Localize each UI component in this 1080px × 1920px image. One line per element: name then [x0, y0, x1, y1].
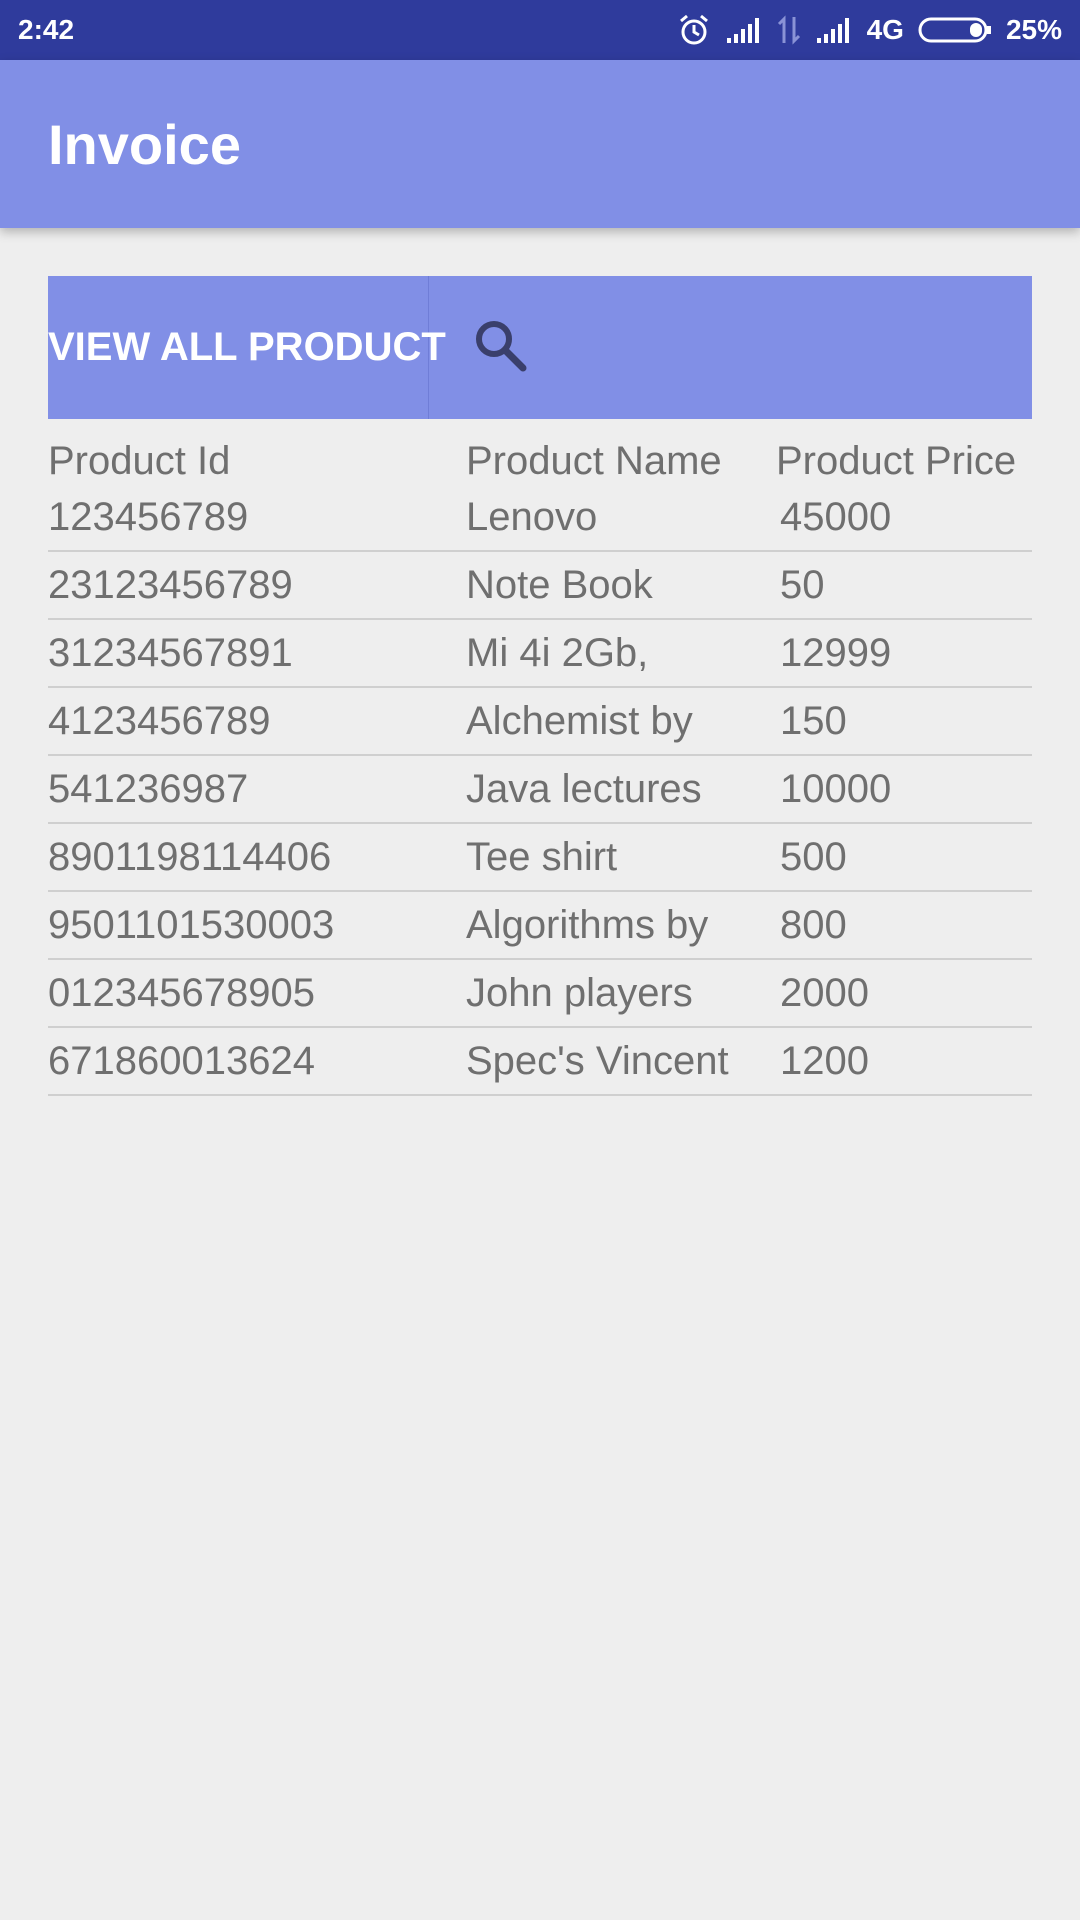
- cell-product-price: 1200: [780, 1038, 869, 1083]
- cell-product-id: 123456789: [48, 494, 249, 539]
- table-row[interactable]: 23123456789 Note Book 50: [48, 552, 1032, 620]
- cell-product-id: 23123456789: [48, 562, 293, 607]
- search-area[interactable]: [429, 276, 1032, 419]
- cell-product-price: 2000: [780, 970, 869, 1015]
- search-icon[interactable]: [471, 316, 529, 379]
- cell-product-id: 4123456789: [48, 698, 271, 743]
- table-row[interactable]: 541236987 Java lectures 10000: [48, 756, 1032, 824]
- table-row[interactable]: 671860013624 Spec's Vincent 1200: [48, 1028, 1032, 1096]
- view-all-product-button[interactable]: VIEW ALL PRODUCT: [48, 276, 446, 419]
- table-row[interactable]: 012345678905 John players 2000: [48, 960, 1032, 1028]
- table-row[interactable]: 123456789 Lenovo 45000: [48, 484, 1032, 552]
- cell-product-price: 45000: [780, 494, 892, 539]
- battery-icon: [918, 15, 992, 45]
- cell-product-name: Alchemist by: [466, 698, 693, 743]
- table-row[interactable]: 9501101530003 Algorithms by 800: [48, 892, 1032, 960]
- cell-product-name: Tee shirt: [466, 834, 618, 879]
- table-body: 123456789 Lenovo 45000 23123456789 Note Book…: [48, 484, 1032, 1096]
- cell-product-id: 541236987: [48, 766, 249, 811]
- page-title: Invoice: [48, 112, 241, 176]
- cell-product-id: 671860013624: [48, 1038, 315, 1083]
- table-row[interactable]: 8901198114406 Tee shirt 500: [48, 824, 1032, 892]
- header-product-price: Product Price: [776, 439, 1017, 483]
- cell-product-id: 31234567891: [48, 630, 293, 675]
- cell-product-price: 150: [780, 698, 847, 743]
- table-row[interactable]: 4123456789 Alchemist by 150: [48, 688, 1032, 756]
- table-header: Product Id Product Name Product Price: [48, 418, 1032, 484]
- status-icons: 4G 25%: [677, 13, 1062, 47]
- cell-product-price: 500: [780, 834, 847, 879]
- cell-product-price: 10000: [780, 766, 892, 811]
- signal-icon: [725, 16, 763, 44]
- header-product-id: Product Id: [48, 439, 231, 483]
- cell-product-price: 800: [780, 902, 847, 947]
- status-bar: 2:42 4G 25%: [0, 0, 1080, 60]
- cell-product-name: Note Book: [466, 562, 653, 607]
- cell-product-price: 50: [780, 562, 825, 607]
- cell-product-name: Lenovo: [466, 494, 598, 539]
- alarm-icon: [677, 13, 711, 47]
- cell-product-name: John players: [466, 970, 693, 1015]
- action-row: VIEW ALL PRODUCT: [48, 276, 1032, 419]
- cell-product-id: 012345678905: [48, 970, 315, 1015]
- status-time: 2:42: [18, 14, 75, 45]
- cell-product-id: 9501101530003: [48, 902, 335, 947]
- cell-product-name: Mi 4i 2Gb,: [466, 630, 649, 675]
- cell-product-price: 12999: [780, 630, 892, 675]
- header-product-name: Product Name: [466, 439, 722, 483]
- app-bar: Invoice: [0, 60, 1080, 228]
- signal-icon: [815, 16, 853, 44]
- cell-product-name: Spec's Vincent: [466, 1038, 729, 1083]
- cell-product-name: Java lectures: [466, 766, 702, 811]
- product-table: Product Id Product Name Product Price 12…: [48, 418, 1032, 1096]
- network-type: 4G: [866, 14, 904, 45]
- table-row[interactable]: 31234567891 Mi 4i 2Gb, 12999: [48, 620, 1032, 688]
- battery-level: 25%: [1005, 14, 1062, 45]
- cell-product-id: 8901198114406: [48, 834, 332, 879]
- data-arrows-icon: [777, 15, 801, 45]
- cell-product-name: Algorithms by: [466, 902, 709, 947]
